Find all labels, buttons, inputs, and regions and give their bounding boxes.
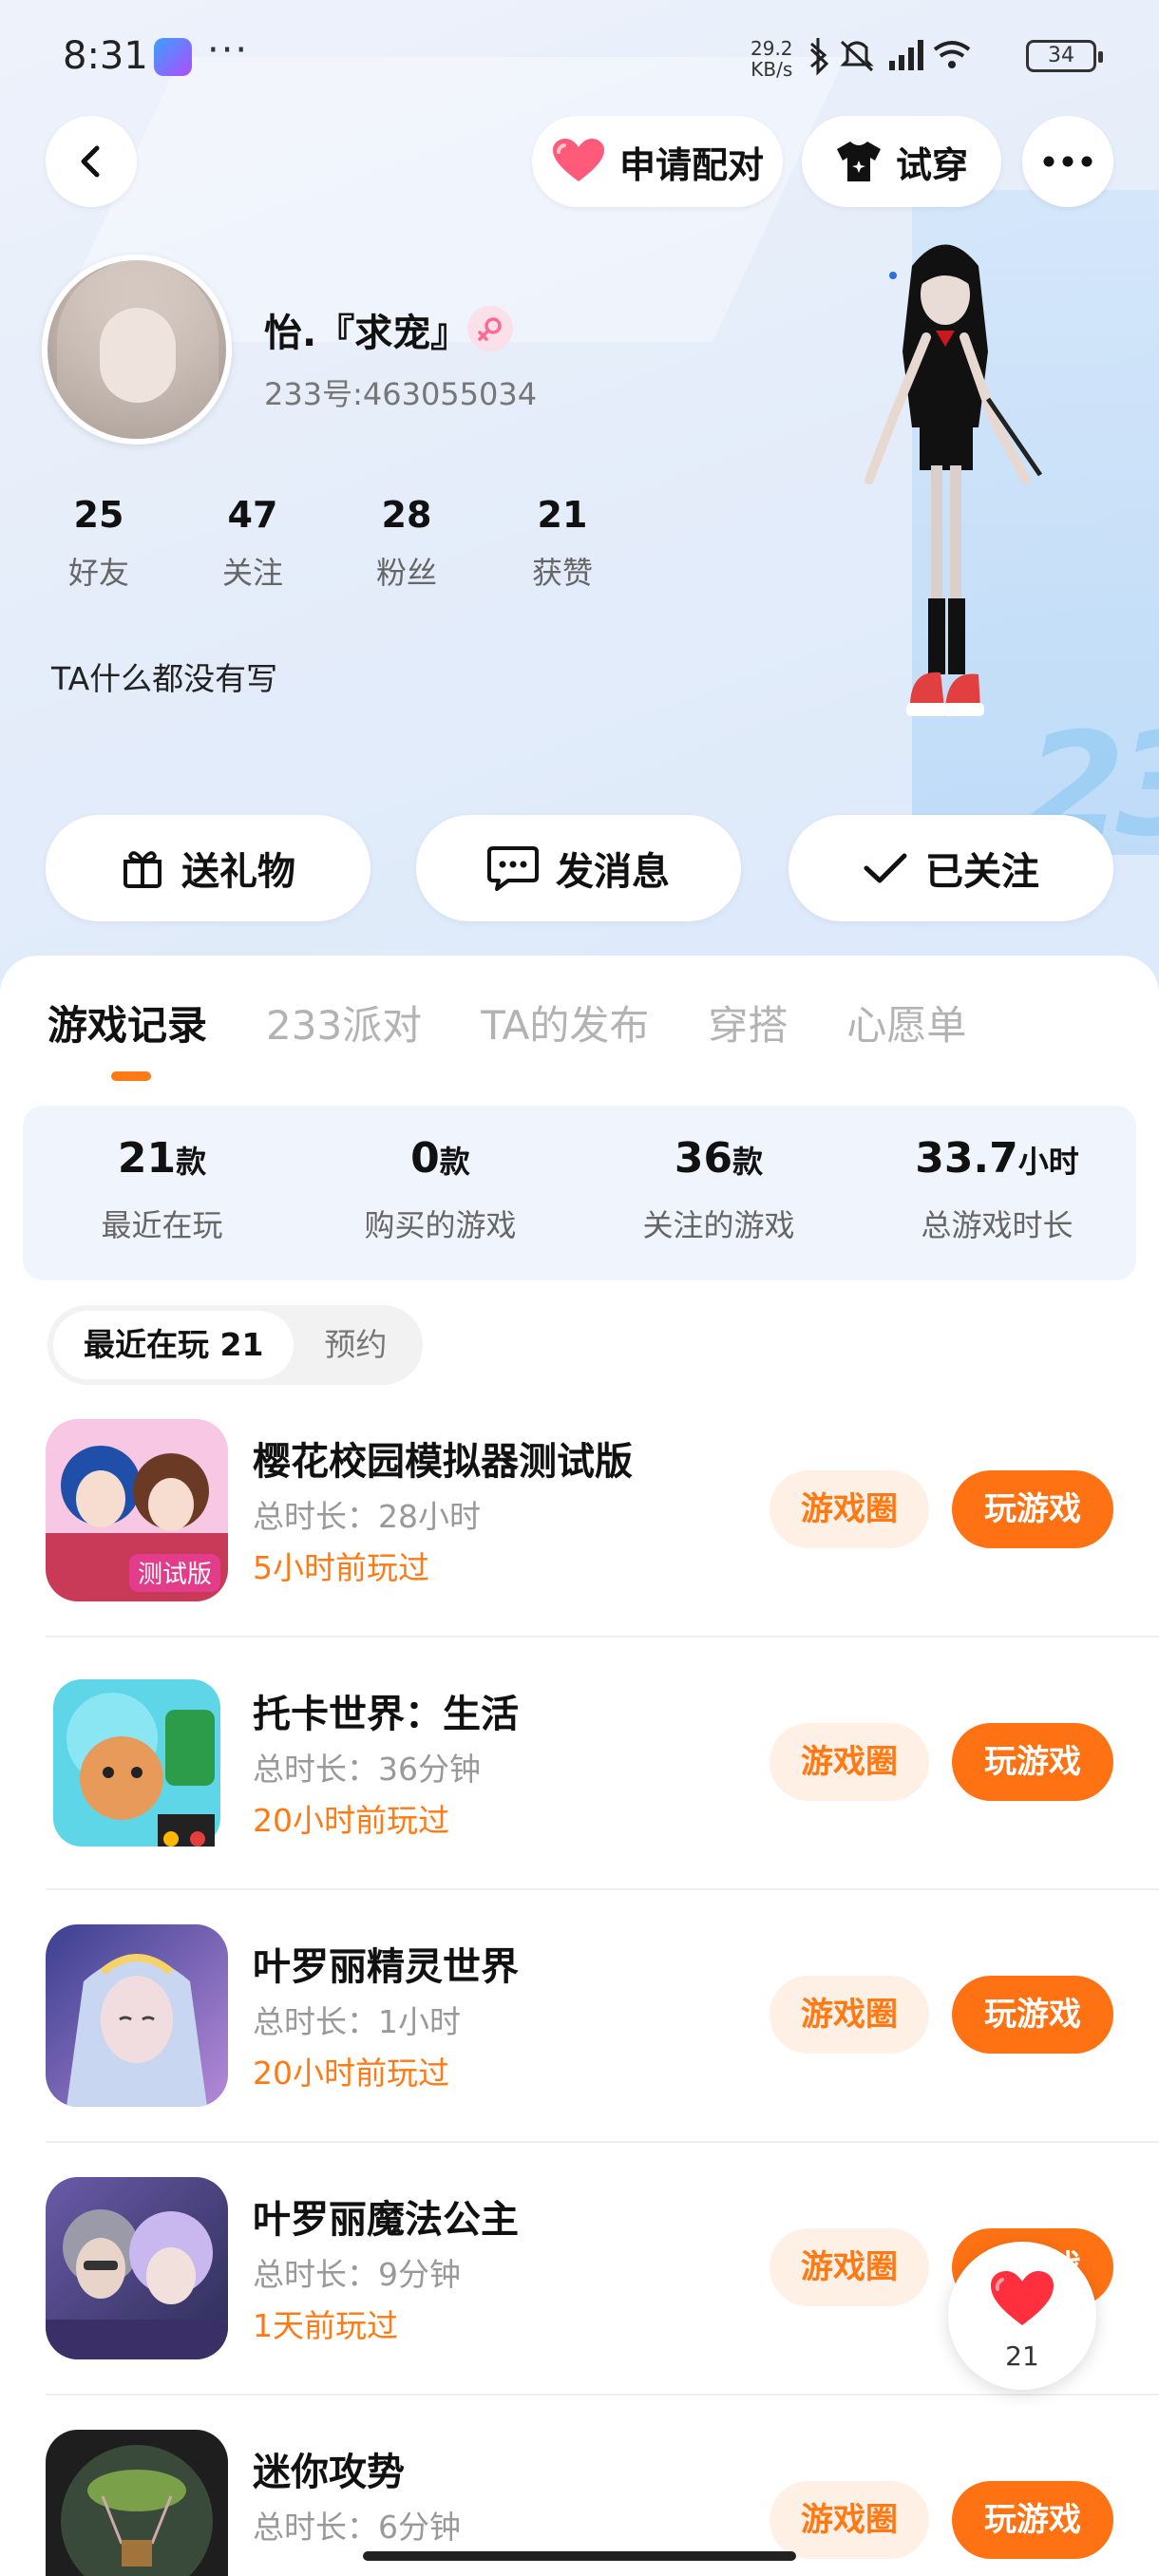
game-title: 叶罗丽魔法公主 xyxy=(253,2198,519,2242)
chevron-left-icon xyxy=(81,145,100,178)
floating-like-button[interactable]: 21 xyxy=(948,2242,1096,2390)
game-title: 樱花校园模拟器测试版 xyxy=(253,1440,633,1484)
tab-posts[interactable]: TA的发布 xyxy=(481,994,649,1070)
more-options-button[interactable] xyxy=(1022,116,1113,207)
game-icon xyxy=(46,1924,228,2107)
apply-pair-button[interactable]: 申请配对 xyxy=(532,116,783,207)
summary-purchased[interactable]: 0款 购买的游戏 xyxy=(301,1106,580,1280)
segment-recent-playing[interactable]: 最近在玩 21 xyxy=(53,1311,294,1379)
status-more: ··· xyxy=(207,28,250,72)
followed-button[interactable]: 已关注 xyxy=(788,815,1113,921)
gift-icon xyxy=(121,846,164,890)
bluetooth-mute-signal-wifi-icon xyxy=(809,38,971,76)
game-summary-box: 21款 最近在玩 0款 购买的游戏 36款 关注的游戏 33.7小时 总游戏时长 xyxy=(23,1106,1136,1280)
summary-followed-games[interactable]: 36款 关注的游戏 xyxy=(580,1106,858,1280)
back-button[interactable] xyxy=(46,116,137,207)
apply-pair-label: 申请配对 xyxy=(618,143,764,186)
game-circle-button[interactable]: 游戏圈 xyxy=(770,1976,929,2054)
game-last-played: 20小时前玩过 xyxy=(253,1802,449,1839)
game-icon xyxy=(46,2430,228,2576)
status-bar: 8:31 ··· 29.2 KB/s 34 xyxy=(0,0,1159,114)
play-game-button[interactable]: 玩游戏 xyxy=(952,1470,1113,1548)
stat-following[interactable]: 47 关注 xyxy=(196,494,310,593)
avatar-character-figure[interactable] xyxy=(836,228,1054,817)
game-circle-button[interactable]: 游戏圈 xyxy=(770,1723,929,1801)
game-last-played: 20小时前玩过 xyxy=(253,2055,449,2092)
game-icon xyxy=(46,2177,228,2359)
send-gift-button[interactable]: 送礼物 xyxy=(46,815,370,921)
user-id: 233号:463055034 xyxy=(264,376,538,412)
send-gift-label: 送礼物 xyxy=(181,850,295,894)
send-message-label: 发消息 xyxy=(556,850,670,894)
stat-fans[interactable]: 28 粉丝 xyxy=(350,494,464,593)
game-list-item[interactable]: 测试版 樱花校园模拟器测试版 总时长：28小时 5小时前玩过 游戏圈 玩游戏 xyxy=(0,1419,1159,1672)
stat-friends[interactable]: 25 好友 xyxy=(42,494,156,593)
chat-bubble-icon xyxy=(487,844,539,892)
camera-app-icon xyxy=(154,38,192,76)
game-title: 托卡世界：生活 xyxy=(253,1693,519,1736)
checkmark-icon xyxy=(863,851,908,885)
avatar[interactable] xyxy=(42,255,232,445)
game-duration: 总时长：9分钟 xyxy=(253,2256,461,2293)
summary-recent[interactable]: 21款 最近在玩 xyxy=(23,1106,301,1280)
segment-reservation[interactable]: 预约 xyxy=(294,1311,417,1379)
tab-active-indicator xyxy=(111,1071,151,1081)
network-speed: 29.2 KB/s xyxy=(750,37,793,81)
game-list-item[interactable]: 托卡世界：生活 总时长：36分钟 20小时前玩过 游戏圈 玩游戏 xyxy=(0,1672,1159,1924)
battery-indicator: 34 xyxy=(1026,40,1103,72)
send-message-button[interactable]: 发消息 xyxy=(416,815,741,921)
tab-bar: 游戏记录 233派对 TA的发布 穿搭 心愿单 xyxy=(48,994,1025,1070)
tab-wishlist[interactable]: 心愿单 xyxy=(846,994,966,1070)
game-duration: 总时长：36分钟 xyxy=(253,1751,481,1788)
play-game-button[interactable]: 玩游戏 xyxy=(952,1723,1113,1801)
status-time: 8:31 xyxy=(63,34,148,78)
tab-233-party[interactable]: 233派对 xyxy=(266,994,422,1070)
game-icon: 测试版 xyxy=(46,1419,228,1601)
game-list-item[interactable]: 叶罗丽精灵世界 总时长：1小时 20小时前玩过 游戏圈 玩游戏 xyxy=(0,1924,1159,2177)
game-duration: 总时长：28小时 xyxy=(253,1498,481,1535)
game-title: 叶罗丽精灵世界 xyxy=(253,1945,519,1989)
svg-text:测试版: 测试版 xyxy=(138,1561,212,1589)
game-icon xyxy=(46,1672,228,1854)
play-game-button[interactable]: 玩游戏 xyxy=(952,2481,1113,2559)
game-last-played: 5小时前玩过 xyxy=(253,1549,429,1586)
red-heart-icon xyxy=(991,2271,1054,2325)
game-title: 迷你攻势 xyxy=(253,2451,405,2494)
stat-likes[interactable]: 21 获赞 xyxy=(505,494,619,593)
try-on-label: 试穿 xyxy=(895,143,968,186)
female-gender-icon xyxy=(467,306,513,351)
try-on-button[interactable]: 试穿 xyxy=(802,116,1001,207)
bio-text: TA什么都没有写 xyxy=(51,660,278,697)
game-duration: 总时长：6分钟 xyxy=(253,2509,461,2546)
game-circle-button[interactable]: 游戏圈 xyxy=(770,2228,929,2306)
followed-label: 已关注 xyxy=(925,850,1039,894)
home-indicator[interactable] xyxy=(363,2551,796,2561)
summary-total-time[interactable]: 33.7小时 总游戏时长 xyxy=(858,1106,1136,1280)
heart-icon xyxy=(551,138,606,185)
recent-reserve-segment: 最近在玩 21 预约 xyxy=(48,1305,424,1385)
username: 怡.『求宠』 xyxy=(264,312,469,355)
like-count: 21 xyxy=(1005,2340,1039,2372)
tshirt-icon xyxy=(835,140,883,183)
game-circle-button[interactable]: 游戏圈 xyxy=(770,2481,929,2559)
game-last-played: 1天前玩过 xyxy=(253,2307,398,2344)
game-duration: 总时长：1小时 xyxy=(253,2003,461,2040)
more-dots-icon xyxy=(1043,156,1092,167)
tab-game-records[interactable]: 游戏记录 xyxy=(48,994,207,1070)
game-circle-button[interactable]: 游戏圈 xyxy=(770,1470,929,1548)
system-status-icons xyxy=(804,34,975,85)
tab-outfits[interactable]: 穿搭 xyxy=(708,994,788,1070)
play-game-button[interactable]: 玩游戏 xyxy=(952,1976,1113,2054)
